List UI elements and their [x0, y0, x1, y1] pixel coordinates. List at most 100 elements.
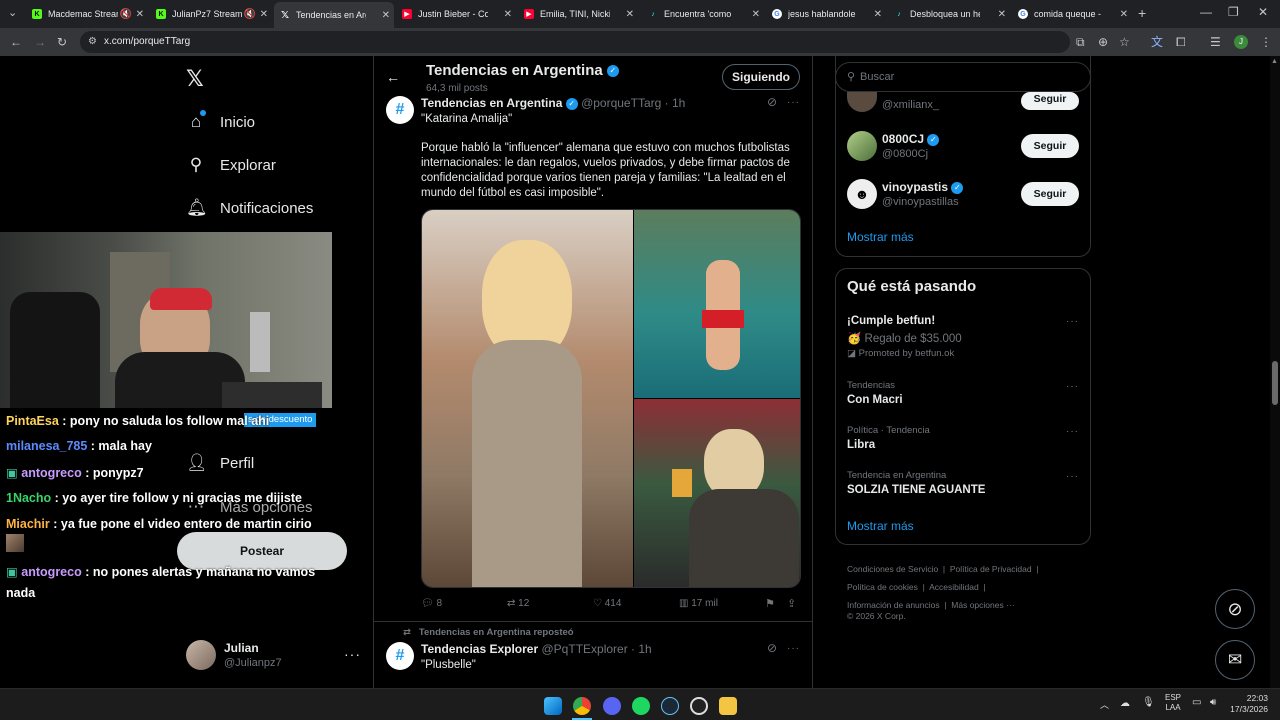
post-time[interactable]: · 1h	[631, 642, 652, 656]
browser-tab[interactable]: K Macdemac Stream 🔇 ✕	[26, 4, 148, 24]
show-more-link[interactable]: Mostrar más	[847, 230, 914, 244]
tab-search-icon[interactable]: ⌄	[8, 6, 17, 19]
footer-link[interactable]: Política de cookies	[847, 582, 918, 592]
follow-button[interactable]: Seguir	[1021, 92, 1079, 110]
scroll-up-icon[interactable]: ▲	[1271, 58, 1278, 65]
spotify-icon[interactable]	[632, 697, 650, 715]
mute-icon[interactable]: 🔇	[120, 9, 132, 20]
tray-chevron-icon[interactable]: ︿	[1100, 698, 1109, 711]
browser-tab[interactable]: ▶ Justin Bieber - Confi ✕	[396, 4, 516, 24]
app-icon[interactable]	[690, 697, 708, 715]
trend-more-icon[interactable]: ···	[1066, 381, 1079, 392]
trend-more-icon[interactable]: ···	[1066, 426, 1079, 437]
zoom-icon[interactable]: ⊕	[1098, 34, 1108, 50]
following-button[interactable]: Siguiendo	[722, 64, 800, 90]
repost-label-text[interactable]: Tendencias en Argentina reposteó	[419, 627, 574, 638]
close-icon[interactable]: ✕	[504, 9, 512, 20]
post-image[interactable]	[634, 399, 800, 587]
follow-button[interactable]: Seguir	[1021, 134, 1079, 158]
suggestion-name[interactable]: 0800CJ ✓	[882, 132, 940, 146]
bookmark-star-icon[interactable]: ☆	[1119, 34, 1130, 50]
discord-icon[interactable]	[603, 697, 621, 715]
translate-extension-icon[interactable]: 文	[1151, 34, 1163, 50]
follow-button[interactable]: Seguir	[1021, 182, 1079, 206]
browser-tab[interactable]: G jesus hablandole a su ✕	[766, 4, 886, 24]
trend-more-icon[interactable]: ···	[1066, 471, 1079, 482]
browser-tab[interactable]: ♪ Encuentra 'como hac ✕	[642, 4, 764, 24]
post-time[interactable]: · 1h	[665, 96, 686, 110]
back-arrow-icon[interactable]: ←	[386, 69, 400, 85]
browser-tab[interactable]: ▶ Emilia, TINI, Nicki Nic ✕	[518, 4, 638, 24]
share-icon[interactable]: ⇪	[787, 597, 796, 610]
trend-name[interactable]: Libra	[847, 439, 875, 451]
sidebar-item-explorar[interactable]: ⚲ Explorar	[186, 155, 276, 175]
sidebar-item-inicio[interactable]: ⌂ Inicio	[186, 110, 255, 132]
close-icon[interactable]: ✕	[260, 9, 268, 20]
views-button[interactable]: ▥ 17 mil	[679, 598, 718, 609]
trend-name[interactable]: Con Macri	[847, 394, 903, 406]
footer-link[interactable]: Más opciones ···	[951, 600, 1014, 610]
close-icon[interactable]: ✕	[382, 10, 390, 21]
browser-tab[interactable]: G comida queque - Bus ✕	[1012, 4, 1132, 24]
repost-button[interactable]: ⇄ 12	[507, 598, 529, 609]
reload-icon[interactable]: ↻	[57, 34, 67, 50]
close-icon[interactable]: ✕	[752, 9, 760, 20]
bookmark-icon[interactable]: ⚑	[765, 597, 775, 610]
reply-button[interactable]: 💬︎ 8	[421, 598, 442, 609]
network-icon[interactable]: ▭	[1192, 697, 1201, 708]
scrollbar[interactable]: ▲	[1270, 56, 1280, 688]
new-tab-icon[interactable]: +	[1138, 5, 1146, 21]
post-more-icon[interactable]: ···	[787, 643, 800, 654]
windows-start-icon[interactable]	[544, 697, 562, 715]
messages-icon[interactable]: ✉	[1215, 640, 1255, 680]
post-author-name[interactable]: Tendencias Explorer	[421, 642, 538, 656]
post-handle[interactable]: @porqueTTarg	[581, 96, 661, 110]
grok-icon[interactable]: ⊘	[1215, 589, 1255, 629]
close-icon[interactable]: ✕	[1120, 9, 1128, 20]
profile-avatar[interactable]: J	[1234, 35, 1248, 49]
footer-link[interactable]: Condiciones de Servicio	[847, 564, 938, 574]
post-image[interactable]	[634, 210, 800, 398]
mute-icon[interactable]: 🔇	[244, 9, 256, 20]
avatar[interactable]: #	[386, 642, 414, 670]
close-window-icon[interactable]: ✕	[1258, 5, 1268, 19]
post-handle[interactable]: @PqTTExplorer	[542, 642, 628, 656]
account-menu-icon[interactable]: ···	[344, 646, 361, 662]
tray-app-icon[interactable]: ☁	[1120, 698, 1130, 709]
trend-name[interactable]: SOLZIA TIENE AGUANTE	[847, 484, 985, 496]
grok-icon[interactable]: ⊘	[767, 95, 777, 109]
back-icon[interactable]: ←	[10, 34, 22, 50]
footer-link[interactable]: Política de Privacidad	[950, 564, 1032, 574]
close-icon[interactable]: ✕	[998, 9, 1006, 20]
trend-more-icon[interactable]: ···	[1066, 316, 1079, 327]
like-button[interactable]: ♡ 414	[593, 598, 621, 609]
file-explorer-icon[interactable]	[719, 697, 737, 715]
browser-tab[interactable]: ♪ Desbloquea un héroe ✕	[888, 4, 1010, 24]
close-icon[interactable]: ✕	[874, 9, 882, 20]
reading-list-icon[interactable]: ☰	[1210, 34, 1221, 50]
avatar[interactable]: #	[386, 96, 414, 124]
post-author-name[interactable]: Tendencias en Argentina	[421, 96, 562, 110]
steam-icon[interactable]	[661, 697, 679, 715]
language-indicator[interactable]: ESP LAA	[1165, 693, 1181, 713]
x-logo-icon[interactable]: 𝕏	[186, 66, 204, 92]
volume-icon[interactable]: 🔊︎	[1210, 697, 1216, 708]
sidebar-item-perfil[interactable]: 👤︎ Perfil	[186, 453, 254, 473]
chrome-icon[interactable]	[573, 697, 591, 715]
clock[interactable]: 22:03 17/3/2026	[1226, 693, 1268, 715]
extensions-icon[interactable]: ⧠	[1176, 34, 1186, 50]
footer-link[interactable]: Información de anuncios	[847, 600, 940, 610]
post-more-icon[interactable]: ···	[787, 97, 800, 108]
post-image[interactable]	[422, 210, 633, 587]
grok-icon[interactable]: ⊘	[767, 641, 777, 655]
address-bar[interactable]: ⚙ x.com/porqueTTarg	[80, 31, 1070, 53]
menu-icon[interactable]: ⋮	[1260, 34, 1272, 50]
suggestion-name[interactable]: vinoypastis ✓	[882, 180, 964, 194]
avatar[interactable]	[847, 131, 877, 161]
avatar[interactable]: ☻	[847, 179, 877, 209]
promo-title[interactable]: ¡Cumple betfun!	[847, 315, 935, 327]
sidebar-item-notificaciones[interactable]: 🔔︎ Notificaciones	[186, 198, 313, 218]
minimize-icon[interactable]: —	[1200, 5, 1212, 19]
post-media[interactable]	[421, 209, 801, 588]
browser-tab[interactable]: K JulianPz7 Stream 🔇 ✕	[150, 4, 272, 24]
